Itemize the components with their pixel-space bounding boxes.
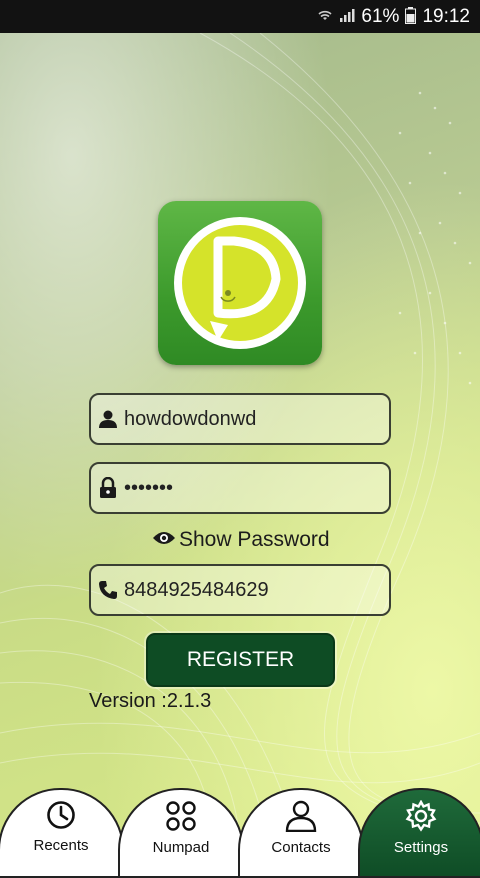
logo-mark [174, 217, 306, 349]
password-input[interactable] [124, 464, 389, 512]
password-field[interactable] [89, 462, 391, 514]
signal-icon [339, 8, 355, 25]
gear-icon [405, 799, 437, 837]
tab-contacts-label: Contacts [271, 839, 331, 856]
version-label: Version :2.1.3 [89, 690, 212, 712]
wifi-icon [317, 7, 333, 26]
username-input[interactable] [124, 395, 389, 443]
bottom-tab-bar: Recents Numpad Contacts Settings [0, 788, 480, 878]
lock-icon [91, 477, 124, 499]
username-field[interactable] [89, 393, 391, 445]
tab-numpad-label: Numpad [152, 839, 210, 856]
battery-percent: 61% [361, 5, 400, 27]
show-password-label: Show Password [179, 528, 330, 551]
tab-contacts[interactable]: Contacts [238, 788, 364, 878]
tab-recents-label: Recents [33, 837, 89, 854]
user-icon [91, 409, 124, 429]
battery-icon [405, 6, 417, 27]
eye-icon [152, 528, 176, 552]
clock-icon [46, 800, 76, 835]
app-logo [158, 201, 322, 365]
status-bar: 61% 19:12 [0, 0, 480, 33]
phone-icon [91, 580, 124, 600]
tab-settings-label: Settings [393, 839, 449, 856]
phone-field[interactable] [89, 564, 391, 616]
clock-time: 19:12 [422, 5, 470, 27]
tab-settings[interactable]: Settings [358, 788, 480, 878]
tab-numpad[interactable]: Numpad [118, 788, 244, 878]
register-button[interactable]: REGISTER [146, 633, 335, 687]
contacts-icon [284, 800, 318, 837]
tab-recents[interactable]: Recents [0, 788, 124, 878]
phone-input[interactable] [124, 566, 389, 614]
show-password-toggle[interactable]: Show Password [152, 526, 330, 554]
numpad-icon [165, 800, 197, 837]
